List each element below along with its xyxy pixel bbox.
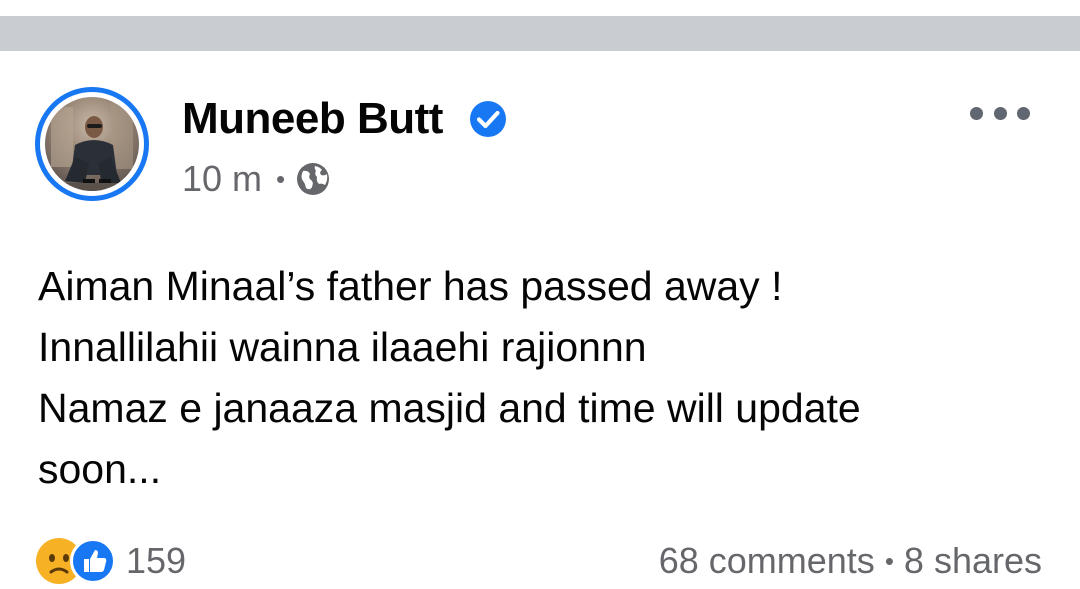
engagement-stats: 68 comments • 8 shares xyxy=(659,537,1042,585)
author-avatar[interactable] xyxy=(35,87,149,201)
reactions-summary[interactable]: 159 xyxy=(36,537,186,585)
post-text-line: Namaz e janaaza masjid and time will upd… xyxy=(38,385,861,431)
feed-divider xyxy=(0,16,1080,51)
post-message: Aiman Minaal’s father has passed away ! … xyxy=(38,256,1048,500)
avatar-photo xyxy=(45,97,139,191)
shares-count[interactable]: 8 shares xyxy=(904,540,1042,582)
stats-separator: • xyxy=(884,545,894,576)
top-strip xyxy=(0,0,1080,16)
post-card: Muneeb Butt 10 m • Aiman Minaal’s father… xyxy=(0,51,1080,584)
post-meta: 10 m • xyxy=(182,157,331,201)
reaction-count[interactable]: 159 xyxy=(126,537,186,585)
post-text-line: soon... xyxy=(38,446,162,492)
more-options-button[interactable] xyxy=(970,95,1030,131)
post-text-line: Aiman Minaal’s father has passed away ! xyxy=(38,263,783,309)
like-reaction-icon xyxy=(70,538,116,584)
globe-icon[interactable] xyxy=(295,161,331,197)
more-dot-icon xyxy=(993,106,1007,120)
author-name[interactable]: Muneeb Butt xyxy=(182,93,443,145)
post-text-line: Innallilahii wainna ilaaehi rajionnn xyxy=(38,324,647,370)
post-timestamp[interactable]: 10 m xyxy=(182,157,262,201)
more-dot-icon xyxy=(1017,106,1030,120)
more-dot-icon xyxy=(970,106,983,120)
comments-count[interactable]: 68 comments xyxy=(659,540,875,582)
verified-badge-icon xyxy=(470,101,506,137)
meta-separator: • xyxy=(276,164,286,194)
